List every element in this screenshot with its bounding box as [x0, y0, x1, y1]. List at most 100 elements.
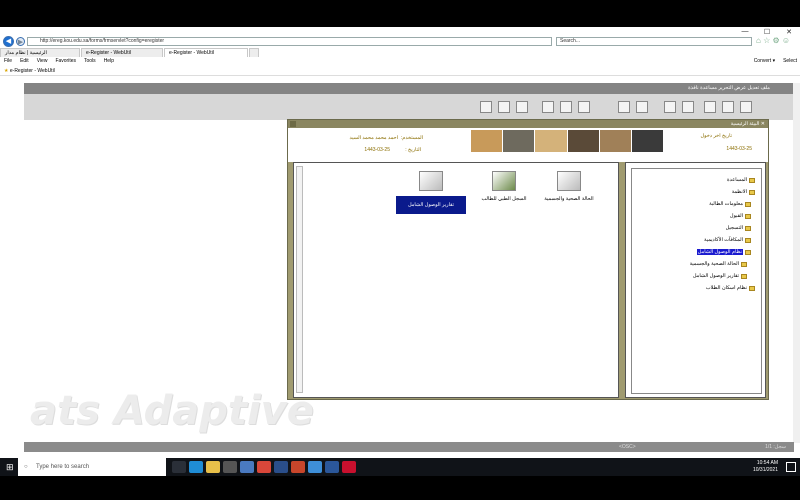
new-tab-button[interactable] [249, 48, 259, 57]
minimize-button[interactable]: — [734, 28, 756, 36]
dialog-info: تاريخ اخر دخول 1443-03-25 المستخدم: احمد… [288, 128, 768, 162]
edge-icon[interactable] [189, 461, 203, 473]
card-medical-record[interactable]: السجل الطبي للطالب [469, 171, 539, 216]
settings-icon[interactable]: ⚙ [772, 36, 779, 45]
status-text: <OSC> [619, 444, 636, 450]
app-icon[interactable] [274, 461, 288, 473]
windows-start-icon[interactable]: ⊞ [6, 462, 16, 472]
tab-eregister-active[interactable]: e-Register - WebUtil [164, 48, 248, 57]
toolbar-button[interactable] [542, 101, 554, 113]
toolbar-button[interactable] [498, 101, 510, 113]
convert-button[interactable]: Convert ▾ [754, 57, 775, 66]
user-value: احمد محمد محمد السيد [349, 135, 398, 141]
toolbar-button[interactable] [636, 101, 648, 113]
menu-help[interactable]: Help [104, 57, 114, 66]
window-controls: — ☐ ✕ [734, 28, 800, 36]
dialog-pin-icon[interactable] [290, 121, 296, 127]
favorites-icon[interactable]: ☆ [763, 36, 770, 45]
tab-eregister-1[interactable]: e-Register - WebUtil [81, 48, 163, 57]
folder-icon [749, 285, 755, 291]
watermark-logo: ats Adaptive [30, 388, 314, 434]
tab-strip: الرئيسية | نظام مدار e-Register - WebUti… [0, 48, 800, 57]
toolbar-button[interactable] [618, 101, 630, 113]
back-button[interactable]: ◀ [3, 36, 14, 47]
tree-item-student-info[interactable]: معلومات الطالبة [709, 201, 751, 207]
page-scrollbar[interactable] [793, 83, 800, 443]
favorites-star-icon[interactable]: ★ [4, 68, 8, 74]
header-banner [471, 130, 664, 152]
tree-item-access-system[interactable]: نظام الوصول الشامل [696, 249, 751, 255]
tree-item-housing[interactable]: نظام اسكان الطلاب [706, 285, 755, 291]
bottom-black-bar [0, 476, 800, 500]
folder-icon [749, 177, 755, 183]
tree-item-access-reports[interactable]: تقارير الوصول الشامل [693, 273, 747, 279]
system-tray[interactable]: 10:54 AM 10/31/2021 [753, 460, 778, 474]
report-icon [419, 171, 443, 191]
tree-item-rewards[interactable]: المكافآت الأكاديمية [704, 237, 751, 243]
dialog-title: البيئة الرئيسية ✕ [288, 120, 768, 128]
menu-tools[interactable]: Tools [84, 57, 96, 66]
screen: — ☐ ✕ ◀ ▶ http://ereg.kou.edu.sa/forms/f… [0, 0, 800, 500]
tree-item-registration[interactable]: التسجيل [726, 225, 751, 231]
app-menu-bar[interactable]: ملف تعديل عرض التحرير مساعدة نافذة [24, 83, 794, 94]
tree-item-help[interactable]: المساعدة [727, 177, 755, 183]
toolbar-button[interactable] [722, 101, 734, 113]
maximize-button[interactable]: ☐ [756, 28, 778, 36]
toolbar-button[interactable] [682, 101, 694, 113]
toolbar-button[interactable] [664, 101, 676, 113]
folder-icon [749, 189, 755, 195]
toolbar-button[interactable] [516, 101, 528, 113]
powerpoint-icon[interactable] [291, 461, 305, 473]
toolbar-button[interactable] [740, 101, 752, 113]
top-black-bar [0, 0, 800, 27]
status-bar: <OSC> سجل: 1/1 [24, 442, 794, 452]
tab-home[interactable]: الرئيسية | نظام مدار [0, 48, 80, 57]
folder-icon [745, 201, 751, 207]
folder-icon [745, 249, 751, 255]
chrome-icon[interactable] [257, 461, 271, 473]
last-login-label: تاريخ اخر دخول [700, 133, 733, 139]
search-box[interactable]: Search... [556, 37, 752, 46]
acrobat-icon[interactable] [342, 461, 356, 473]
folder-icon [745, 237, 751, 243]
tree-item-health[interactable]: الحالة الصحية والجسمية [690, 261, 747, 267]
store-icon[interactable] [223, 461, 237, 473]
tree-item-admission[interactable]: القبول [730, 213, 751, 219]
close-window-button[interactable]: ✕ [778, 28, 800, 36]
explorer-icon[interactable] [206, 461, 220, 473]
app-toolbar [24, 94, 794, 120]
forward-button[interactable]: ▶ [16, 37, 25, 46]
home-icon[interactable]: ⌂ [756, 36, 761, 45]
card-access-reports[interactable]: تقارير الوصول الشامل [396, 171, 466, 216]
address-bar[interactable]: http://ereg.kou.edu.sa/forms/frmservlet?… [27, 37, 552, 46]
menu-edit[interactable]: Edit [20, 57, 29, 66]
menu-file[interactable]: File [4, 57, 12, 66]
card-label: الحالة الصحية والجسمية [544, 196, 594, 202]
last-login-value: 1443-03-25 [726, 146, 752, 152]
card-health[interactable]: الحالة الصحية والجسمية [534, 171, 604, 216]
panel-scrollbar[interactable] [296, 166, 303, 393]
favorite-link[interactable]: e-Register - WebUtil [10, 68, 55, 74]
browser-chrome: — ☐ ✕ ◀ ▶ http://ereg.kou.edu.sa/forms/f… [0, 27, 800, 83]
smiley-icon[interactable]: ☺ [782, 36, 790, 45]
clock-date: 10/31/2021 [752, 467, 778, 473]
dialog-body: الحالة الصحية والجسمية السجل الطبي للطال… [293, 162, 766, 398]
word-icon[interactable] [325, 461, 339, 473]
card-label: السجل الطبي للطالب [481, 196, 527, 202]
menu-favorites[interactable]: Favorites [55, 57, 76, 66]
toolbar-button[interactable] [480, 101, 492, 113]
select-button[interactable]: Select [783, 57, 797, 66]
user-label: المستخدم: [400, 135, 423, 141]
tree-item-systems[interactable]: الانظمة [732, 189, 755, 195]
toolbar-button[interactable] [560, 101, 572, 113]
task-view-icon[interactable] [172, 461, 186, 473]
notification-icon[interactable] [786, 462, 796, 472]
page-content: ملف تعديل عرض التحرير مساعدة نافذة ats A… [0, 83, 800, 458]
folder-icon [745, 225, 751, 231]
ie-icon[interactable] [308, 461, 322, 473]
taskbar-search[interactable]: ○ Type here to search [18, 458, 166, 476]
toolbar-button[interactable] [704, 101, 716, 113]
toolbar-button[interactable] [578, 101, 590, 113]
app-icon[interactable] [240, 461, 254, 473]
menu-view[interactable]: View [37, 57, 48, 66]
